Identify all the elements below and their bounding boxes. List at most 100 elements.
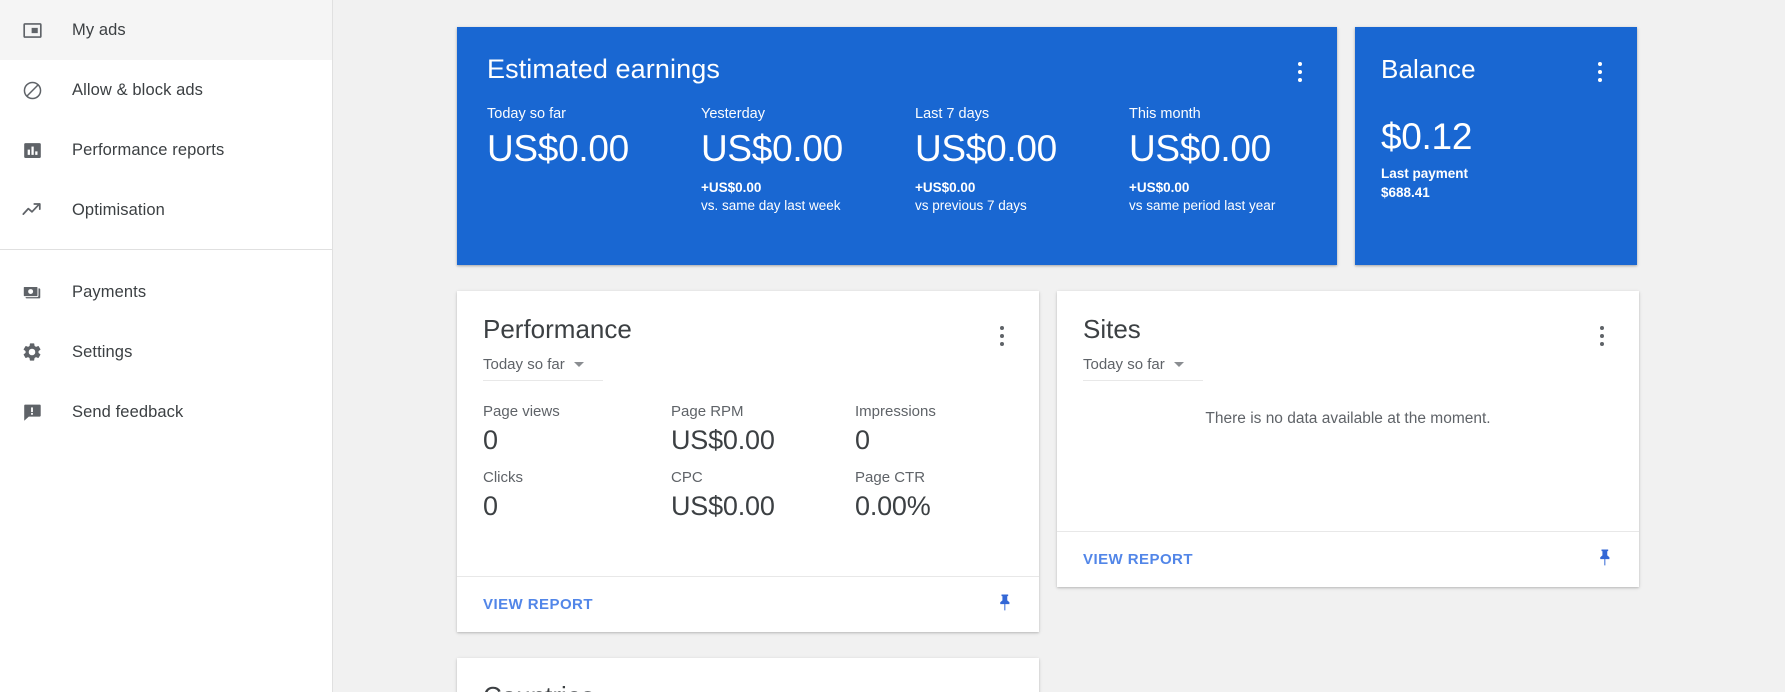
performance-card-body: Performance Today so far Page views 0 Pa…: [457, 291, 1039, 576]
earnings-period-label: Yesterday: [701, 105, 765, 122]
performance-metrics: Page views 0 Page RPM US$0.00 Impression…: [483, 402, 1013, 524]
balance-amount: $0.12: [1381, 115, 1473, 157]
metric-label: Impressions: [855, 403, 936, 421]
metric-value: 0: [855, 425, 870, 456]
kebab-menu-icon[interactable]: [1289, 59, 1311, 85]
pin-icon[interactable]: [995, 592, 1015, 617]
view-report-button[interactable]: VIEW REPORT: [1083, 551, 1193, 568]
sidebar-item-payments[interactable]: Payments: [0, 262, 332, 322]
my-ads-icon: [10, 20, 54, 41]
performance-card: Performance Today so far Page views 0 Pa…: [457, 291, 1039, 632]
adsense-dashboard: My ads Allow & block ads Performance rep…: [0, 0, 1785, 692]
gear-icon: [10, 341, 54, 363]
bar-chart-icon: [10, 140, 54, 161]
earnings-value: US$0.00: [487, 127, 629, 169]
balance-card: Balance $0.12 Last payment $688.41: [1355, 27, 1637, 265]
sidebar-item-label: Payments: [72, 282, 147, 301]
main-content: Estimated earnings Today so far US$0.00 …: [333, 0, 1785, 692]
sidebar-item-send-feedback[interactable]: Send feedback: [0, 382, 332, 442]
metric-label: Page RPM: [671, 403, 744, 421]
sidebar-group-secondary: Payments Settings Send feedback: [0, 262, 332, 442]
earnings-delta: +US$0.00: [701, 180, 762, 196]
card-title: Performance: [483, 314, 632, 344]
sidebar-group-primary: My ads Allow & block ads Performance rep…: [0, 0, 332, 240]
earnings-period-label: Today so far: [487, 105, 566, 122]
metric-label: Page CTR: [855, 468, 926, 486]
last-payment-label: Last payment: [1381, 166, 1469, 182]
sites-card-body: Sites Today so far There is no data avai…: [1057, 291, 1639, 531]
earnings-comparison: vs previous 7 days: [915, 198, 1027, 214]
view-report-button[interactable]: VIEW REPORT: [483, 596, 593, 613]
countries-card-body: Countries: [457, 658, 1039, 692]
payments-icon: [10, 281, 54, 303]
earnings-column-today: Today so far US$0.00: [487, 105, 701, 216]
metric-value: 0.00%: [855, 491, 931, 522]
metric-label: Page views: [483, 403, 560, 421]
sites-period-dropdown[interactable]: Today so far: [1083, 356, 1203, 382]
kebab-menu-icon[interactable]: [1591, 323, 1613, 349]
card-title: Estimated earnings: [487, 54, 720, 84]
pin-icon[interactable]: [1595, 547, 1615, 572]
earnings-delta: +US$0.00: [915, 180, 976, 196]
kebab-menu-icon[interactable]: [991, 323, 1013, 349]
sites-card-footer: VIEW REPORT: [1057, 531, 1639, 587]
metric-value: 0: [483, 491, 498, 522]
cards-row-bottom: Countries: [457, 658, 1689, 692]
sidebar-item-label: Settings: [72, 342, 133, 361]
sidebar-item-optimisation[interactable]: Optimisation: [0, 180, 332, 240]
countries-card: Countries: [457, 658, 1039, 692]
kebab-menu-icon[interactable]: [1589, 59, 1611, 85]
metric-cpc: CPC US$0.00: [671, 468, 855, 524]
chevron-down-icon: [1173, 362, 1184, 368]
cards-row-top: Estimated earnings Today so far US$0.00 …: [457, 27, 1689, 265]
earnings-comparison: vs. same day last week: [701, 198, 841, 214]
metric-value: US$0.00: [671, 491, 775, 522]
block-icon: [10, 80, 54, 101]
earnings-column-this-month: This month US$0.00 +US$0.00 vs same peri…: [1129, 105, 1275, 216]
sidebar-item-label: Optimisation: [72, 200, 165, 219]
sites-empty-message: There is no data available at the moment…: [1205, 410, 1491, 428]
metric-impressions: Impressions 0: [855, 402, 1013, 458]
earnings-column-last-7-days: Last 7 days US$0.00 +US$0.00 vs previous…: [915, 105, 1129, 216]
metric-clicks: Clicks 0: [483, 468, 671, 524]
sidebar-item-label: Performance reports: [72, 140, 225, 159]
period-label: Today so far: [483, 356, 565, 374]
period-label: Today so far: [1083, 356, 1165, 374]
metric-page-views: Page views 0: [483, 402, 671, 458]
metric-label: Clicks: [483, 468, 523, 486]
feedback-icon: [10, 401, 54, 423]
earnings-value: US$0.00: [701, 127, 843, 169]
earnings-period-label: Last 7 days: [915, 105, 990, 122]
earnings-delta: +US$0.00: [1129, 180, 1190, 196]
sidebar-item-label: Send feedback: [72, 402, 184, 421]
last-payment-amount: $688.41: [1381, 184, 1430, 200]
sidebar-item-label: My ads: [72, 20, 126, 39]
cards-row-middle: Performance Today so far Page views 0 Pa…: [457, 291, 1689, 632]
earnings-value: US$0.00: [1129, 127, 1271, 169]
sidebar-item-performance-reports[interactable]: Performance reports: [0, 120, 332, 180]
metric-label: CPC: [671, 468, 703, 486]
sidebar-item-settings[interactable]: Settings: [0, 322, 332, 382]
sidebar-item-my-ads[interactable]: My ads: [0, 0, 332, 60]
sidebar-divider: [0, 249, 332, 250]
earnings-period-label: This month: [1129, 105, 1201, 122]
dashboard-cards: Estimated earnings Today so far US$0.00 …: [333, 0, 1785, 692]
earnings-spacer: [487, 170, 701, 192]
card-title: Balance: [1381, 54, 1476, 84]
performance-card-footer: VIEW REPORT: [457, 576, 1039, 632]
metric-value: US$0.00: [671, 425, 775, 456]
estimated-earnings-card: Estimated earnings Today so far US$0.00 …: [457, 27, 1337, 265]
chevron-down-icon: [573, 362, 584, 368]
earnings-value: US$0.00: [915, 127, 1057, 169]
sidebar-item-label: Allow & block ads: [72, 80, 204, 99]
card-title: Countries: [483, 681, 1013, 692]
metric-page-rpm: Page RPM US$0.00: [671, 402, 855, 458]
sidebar-navigation: My ads Allow & block ads Performance rep…: [0, 0, 333, 692]
metric-page-ctr: Page CTR 0.00%: [855, 468, 1013, 524]
sites-card: Sites Today so far There is no data avai…: [1057, 291, 1639, 587]
sidebar-item-allow-block-ads[interactable]: Allow & block ads: [0, 60, 332, 120]
metric-value: 0: [483, 425, 498, 456]
earnings-comparison: vs same period last year: [1129, 198, 1276, 214]
performance-period-dropdown[interactable]: Today so far: [483, 356, 603, 382]
card-title: Sites: [1083, 314, 1141, 344]
